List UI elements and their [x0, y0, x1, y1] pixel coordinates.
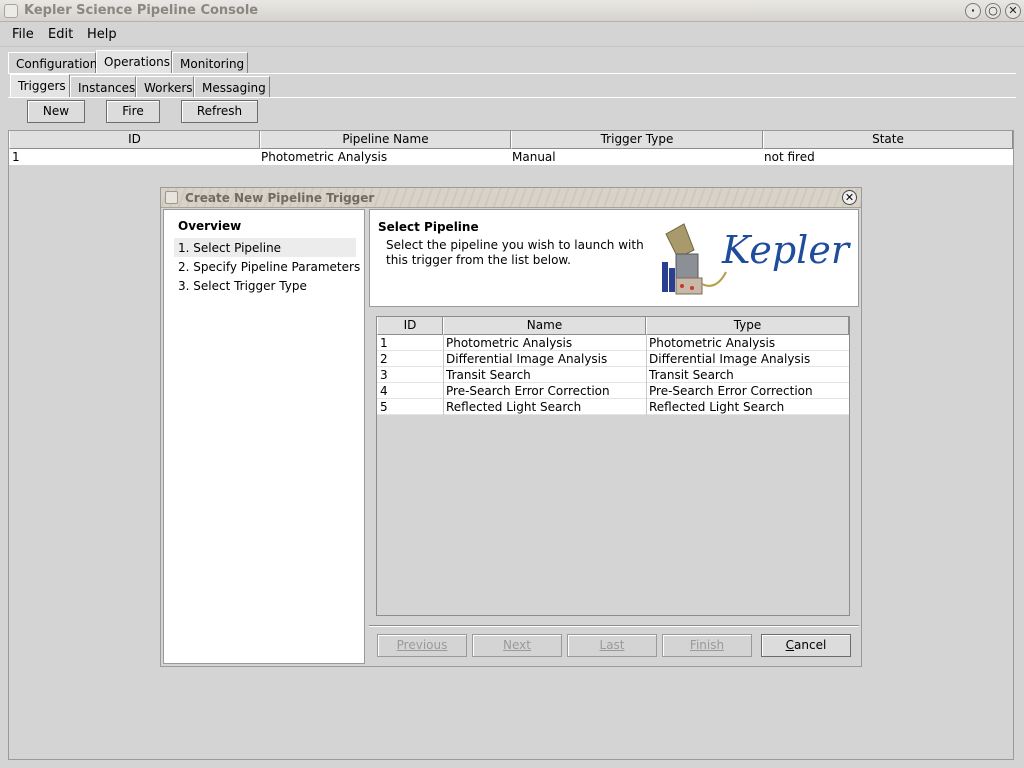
overview-heading: Overview [178, 219, 242, 233]
cell-id: 1 [12, 150, 20, 164]
kepler-logo: Kepler [656, 220, 852, 300]
pipelines-table: ID Name Type 1 Photometric Analysis Phot… [376, 316, 850, 616]
cell-id: 1 [380, 336, 388, 350]
cell-type: Transit Search [649, 368, 734, 382]
col-header-trigger-type[interactable]: Trigger Type [511, 131, 763, 149]
menubar: File Edit Help [0, 23, 1024, 47]
window-title: Kepler Science Pipeline Console [24, 3, 259, 18]
table-row[interactable]: 3 Transit Search Transit Search [377, 367, 849, 383]
refresh-button[interactable]: Refresh [181, 100, 258, 123]
finish-button: Finish [662, 634, 752, 657]
step-select-pipeline: 1. Select Pipeline [178, 241, 282, 255]
menu-help[interactable]: Help [87, 27, 117, 42]
cancel-button[interactable]: Cancel [761, 634, 851, 657]
dialog-icon [165, 191, 178, 204]
cell-type: Photometric Analysis [649, 336, 776, 350]
column-divider [443, 335, 444, 415]
next-button: Next [472, 634, 562, 657]
fire-button[interactable]: Fire [106, 100, 160, 123]
dialog-title: Create New Pipeline Trigger [185, 191, 375, 205]
new-button[interactable]: New [27, 100, 85, 123]
create-trigger-dialog: Create New Pipeline Trigger ✕ Overview 1… [160, 187, 862, 667]
cell-state: not fired [764, 150, 815, 164]
tab-operations[interactable]: Operations [96, 50, 172, 74]
dialog-titlebar[interactable]: Create New Pipeline Trigger ✕ [161, 188, 861, 208]
cancel-label: ancel [794, 638, 827, 652]
table-row[interactable]: 5 Reflected Light Search Reflected Light… [377, 399, 849, 415]
cell-name: Differential Image Analysis [446, 352, 608, 366]
cell-type: Reflected Light Search [649, 400, 785, 414]
cell-trigger-type: Manual [512, 150, 556, 164]
last-label: ast [606, 638, 625, 652]
menu-edit[interactable]: Edit [48, 27, 73, 42]
cell-id: 5 [380, 400, 388, 414]
next-label: ext [512, 638, 531, 652]
next-mnemonic: N [503, 638, 512, 652]
close-icon[interactable]: ✕ [1005, 3, 1021, 19]
col-header-name[interactable]: Name [443, 317, 646, 335]
pipelines-panel: ID Name Type 1 Photometric Analysis Phot… [369, 309, 859, 625]
cell-name: Transit Search [446, 368, 531, 382]
col-header-type[interactable]: Type [646, 317, 849, 335]
step-description-1: Select the pipeline you wish to launch w… [386, 238, 644, 252]
cell-id: 3 [380, 368, 388, 382]
cell-id: 4 [380, 384, 388, 398]
maximize-icon[interactable]: ○ [985, 3, 1001, 19]
tab-underline [8, 97, 1016, 98]
previous-label: revious [403, 638, 448, 652]
cancel-mnemonic: C [785, 638, 795, 652]
previous-button: Previous [377, 634, 467, 657]
tab-monitoring[interactable]: Monitoring [172, 52, 248, 74]
tab-workers[interactable]: Workers [136, 76, 194, 98]
dialog-close-icon[interactable]: ✕ [842, 190, 857, 205]
step-header-panel: Select Pipeline Select the pipeline you … [369, 209, 859, 307]
step-description-2: this trigger from the list below. [386, 253, 571, 267]
tab-instances[interactable]: Instances [70, 76, 136, 98]
step-specify-parameters: 2. Specify Pipeline Parameters [178, 260, 361, 274]
overview-panel: Overview 1. Select Pipeline 2. Specify P… [163, 209, 365, 664]
cell-type: Pre-Search Error Correction [649, 384, 813, 398]
last-button: Last [567, 634, 657, 657]
main-tabs: Configuration Operations Monitoring [8, 50, 1018, 74]
minimize-icon[interactable]: · [965, 3, 981, 19]
cell-id: 2 [380, 352, 388, 366]
menu-file[interactable]: File [12, 27, 34, 42]
col-header-state[interactable]: State [763, 131, 1013, 149]
cell-name: Photometric Analysis [446, 336, 573, 350]
cell-name: Reflected Light Search [446, 400, 582, 414]
table-row[interactable]: 4 Pre-Search Error Correction Pre-Search… [377, 383, 849, 399]
finish-label: inish [695, 638, 725, 652]
col-header-pipeline-name[interactable]: Pipeline Name [260, 131, 511, 149]
col-header-id[interactable]: ID [9, 131, 260, 149]
app-icon [4, 4, 18, 18]
col-header-id[interactable]: ID [377, 317, 443, 335]
table-row[interactable]: 2 Differential Image Analysis Differenti… [377, 351, 849, 367]
tab-triggers[interactable]: Triggers [10, 74, 70, 98]
tab-underline [8, 73, 1016, 74]
cell-type: Differential Image Analysis [649, 352, 811, 366]
step-title: Select Pipeline [378, 220, 479, 234]
window-titlebar[interactable]: Kepler Science Pipeline Console · ○ ✕ [0, 0, 1024, 22]
button-separator-highlight [369, 626, 859, 627]
tab-configuration[interactable]: Configuration [8, 52, 97, 74]
step-select-trigger-type: 3. Select Trigger Type [178, 279, 307, 293]
column-divider [646, 335, 647, 415]
cell-name: Pre-Search Error Correction [446, 384, 610, 398]
previous-mnemonic: P [396, 638, 404, 652]
logo-text: Kepler [722, 228, 849, 272]
table-row[interactable]: 1 Photometric Analysis Photometric Analy… [377, 335, 849, 351]
table-row[interactable]: 1 Photometric Analysis Manual not fired [9, 149, 1013, 165]
sub-tabs: Triggers Instances Workers Messaging [8, 74, 1018, 98]
cell-pipeline-name: Photometric Analysis [261, 150, 388, 164]
tab-messaging[interactable]: Messaging [194, 76, 270, 98]
